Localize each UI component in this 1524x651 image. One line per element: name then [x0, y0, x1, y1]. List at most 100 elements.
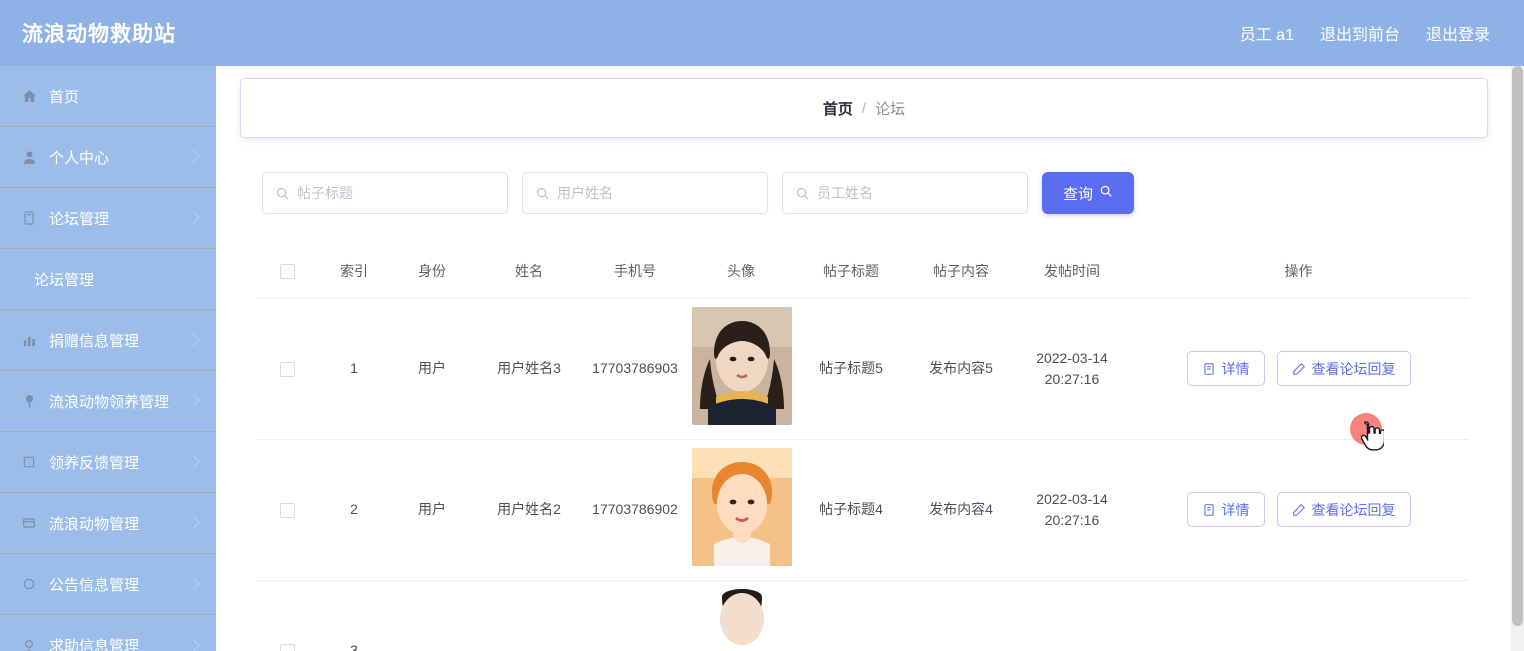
col-index: 索引: [318, 244, 390, 299]
col-identity: 身份: [390, 244, 474, 299]
cell-post-content: 发布内容4: [906, 439, 1016, 581]
cell-identity: [390, 580, 474, 651]
cell-name: 用户姓名2: [474, 439, 584, 581]
sidebar-item-stray-animal-management[interactable]: 流浪动物管理: [0, 493, 216, 554]
top-header: 流浪动物救助站 员工 a1 退出到前台 退出登录: [0, 0, 1524, 66]
chevron-down-icon: [187, 577, 200, 590]
staff-name-field[interactable]: [782, 172, 1028, 214]
sidebar-item-announcement-management[interactable]: 公告信息管理: [0, 554, 216, 615]
detail-icon: [1202, 503, 1216, 517]
row-checkbox[interactable]: [279, 643, 295, 651]
select-all-checkbox[interactable]: [279, 264, 295, 280]
col-post-content: 帖子内容: [906, 244, 1016, 299]
table-row[interactable]: 3: [256, 580, 1469, 651]
search-toolbar: 查询: [262, 172, 1134, 214]
cell-name: [474, 580, 584, 651]
cell-name: 用户姓名3: [474, 298, 584, 440]
breadcrumb-separator: /: [861, 99, 867, 117]
avatar[interactable]: [692, 306, 792, 425]
post-title-input[interactable]: [297, 185, 487, 201]
sidebar-item-help-request-management[interactable]: 求助信息管理: [0, 615, 216, 651]
search-icon: [275, 186, 290, 201]
sidebar-item-personal-center[interactable]: 个人中心: [0, 127, 216, 188]
circle-icon: [18, 573, 40, 595]
query-button-label: 查询: [1062, 185, 1093, 203]
sidebar-sublabel-forum-management: 论坛管理: [34, 271, 95, 289]
sidebar-item-adoption-management[interactable]: 流浪动物领养管理: [0, 371, 216, 432]
chevron-down-icon: [187, 150, 200, 163]
sidebar-item-home[interactable]: 首页: [0, 66, 216, 127]
post-time-date: 2022-03-14: [1036, 490, 1108, 507]
page-scrollbar[interactable]: [1511, 66, 1524, 651]
chevron-down-icon: [187, 394, 200, 407]
search-icon: [1099, 184, 1113, 202]
view-forum-reply-button[interactable]: 查看论坛回复: [1276, 351, 1411, 386]
row-checkbox[interactable]: [279, 361, 295, 377]
cell-phone: [584, 580, 686, 651]
user-name-field[interactable]: [522, 172, 768, 214]
sidebar-subitem-forum-management[interactable]: 论坛管理: [0, 249, 216, 310]
chevron-down-icon: [187, 211, 200, 224]
bar-chart-icon: [18, 329, 40, 351]
post-title-field[interactable]: [262, 172, 508, 214]
table-row[interactable]: 1 用户 用户姓名3 17703786903 帖子标题5 发布内容5 2022-…: [256, 298, 1469, 440]
exit-to-front[interactable]: 退出到前台: [1320, 21, 1400, 45]
search-icon: [535, 186, 550, 201]
home-icon: [18, 85, 40, 107]
view-forum-reply-label: 查看论坛回复: [1311, 360, 1396, 377]
staff-name[interactable]: 员工 a1: [1240, 21, 1294, 45]
avatar[interactable]: [692, 447, 792, 566]
user-icon: [18, 146, 40, 168]
col-phone: 手机号: [584, 244, 686, 299]
row-checkbox[interactable]: [279, 502, 295, 518]
forum-table-container: 索引 身份 姓名 手机号 头像 帖子标题 帖子内容 发帖时间 操作 1 用户 用…: [256, 244, 1469, 651]
cell-post-title: 帖子标题4: [796, 439, 906, 581]
table-header-row: 索引 身份 姓名 手机号 头像 帖子标题 帖子内容 发帖时间 操作: [256, 244, 1469, 299]
sidebar-label-personal-center: 个人中心: [49, 149, 110, 167]
breadcrumb-parent[interactable]: 论坛: [875, 98, 905, 119]
row-actions: 详情 查看论坛回复: [1134, 492, 1463, 527]
chevron-down-icon: [187, 516, 200, 529]
avatar[interactable]: [692, 588, 792, 651]
cell-identity: 用户: [390, 439, 474, 581]
cell-post-content: [906, 580, 1016, 651]
detail-button-label: 详情: [1221, 360, 1250, 377]
cell-avatar: [686, 439, 796, 581]
detail-button[interactable]: 详情: [1186, 351, 1265, 386]
scrollbar-thumb[interactable]: [1512, 66, 1523, 626]
breadcrumb: 首页 / 论坛: [240, 78, 1488, 138]
row-actions: 详情 查看论坛回复: [1134, 351, 1463, 386]
main-inner: 首页 / 论坛 帖子标题 用户姓名 员工姓名 查询 索引 身份 姓名 手机号 头…: [216, 66, 1509, 651]
sidebar-item-forum-management[interactable]: 论坛管理: [0, 188, 216, 249]
table-row[interactable]: 2 用户 用户姓名2 17703786902 帖子标题4 发布内容4 2022-…: [256, 439, 1469, 581]
row-checkbox-cell: [256, 439, 318, 581]
detail-button[interactable]: 详情: [1186, 492, 1265, 527]
row-checkbox-cell: [256, 580, 318, 651]
view-forum-reply-button[interactable]: 查看论坛回复: [1276, 492, 1411, 527]
cell-avatar: [686, 580, 796, 651]
sidebar-item-adoption-feedback[interactable]: 领养反馈管理: [0, 432, 216, 493]
cell-index: 1: [318, 298, 390, 440]
query-button[interactable]: 查询: [1042, 172, 1134, 214]
post-time-clock: 20:27:16: [1044, 370, 1100, 387]
window-icon: [18, 512, 40, 534]
logout[interactable]: 退出登录: [1426, 21, 1490, 45]
post-time-clock: 20:27:16: [1044, 511, 1100, 528]
sidebar-label-home: 首页: [49, 88, 80, 106]
cell-identity: 用户: [390, 298, 474, 440]
search-icon: [795, 186, 810, 201]
user-name-input[interactable]: [557, 185, 747, 201]
cell-phone: 17703786903: [584, 298, 686, 440]
edit-icon: [1292, 503, 1306, 517]
cell-operations: [1128, 580, 1469, 651]
staff-name-input[interactable]: [817, 185, 1007, 201]
sidebar-item-donation-management[interactable]: 捐赠信息管理: [0, 310, 216, 371]
breadcrumb-current[interactable]: 首页: [823, 98, 853, 119]
forum-table: 索引 身份 姓名 手机号 头像 帖子标题 帖子内容 发帖时间 操作 1 用户 用…: [256, 244, 1469, 651]
chevron-down-icon: [187, 455, 200, 468]
cell-avatar: [686, 298, 796, 440]
select-all-header: [256, 244, 318, 299]
cell-post-title: 帖子标题5: [796, 298, 906, 440]
cell-post-time: 2022-03-14 20:27:16: [1016, 298, 1128, 440]
detail-icon: [1202, 362, 1216, 376]
